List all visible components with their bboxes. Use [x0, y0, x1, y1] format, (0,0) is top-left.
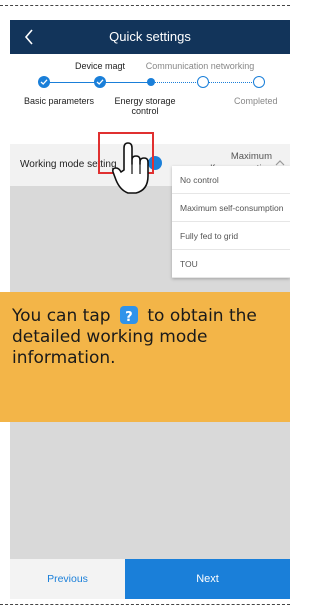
step-communication — [197, 76, 209, 88]
step-energy-storage — [147, 78, 155, 86]
dropdown-option-tou[interactable]: TOU — [172, 250, 290, 278]
check-icon — [96, 79, 104, 85]
step-label-communication: Communication networking — [145, 61, 255, 71]
working-mode-value-line1: Maximum — [230, 151, 272, 162]
page-title: Quick settings — [109, 29, 191, 44]
step-connector — [48, 82, 98, 83]
top-dashed-border — [0, 5, 290, 6]
working-mode-dropdown: No control Maximum self-consumption Full… — [172, 166, 290, 278]
dropdown-option-no-control[interactable]: No control — [172, 166, 290, 194]
help-icon: ? — [119, 306, 138, 325]
step-connector — [206, 82, 256, 83]
footer-bar: Previous Next — [10, 559, 290, 599]
progress-stepper: Device magt Communication networking Bas… — [10, 54, 290, 144]
bottom-dashed-border — [0, 604, 290, 605]
step-label-device-magt: Device magt — [74, 61, 126, 71]
step-basic-parameters — [38, 76, 50, 88]
step-connector — [152, 82, 200, 83]
dropdown-option-fully-fed-to-grid[interactable]: Fully fed to grid — [172, 222, 290, 250]
step-device-magt — [94, 76, 106, 88]
step-label-completed: Completed — [234, 96, 278, 106]
step-label-basic-parameters: Basic parameters — [24, 96, 95, 106]
step-label-energy-storage: Energy storage control — [114, 96, 176, 116]
step-completed — [253, 76, 265, 88]
tip-text-before: You can tap — [12, 306, 111, 326]
help-icon-glyph: ? — [125, 310, 133, 325]
check-icon — [40, 79, 48, 85]
next-button[interactable]: Next — [125, 559, 290, 599]
tip-banner: You can tap ? to obtain the detailed wor… — [0, 292, 290, 422]
step-connector — [100, 82, 150, 83]
tip-text: You can tap ? to obtain the detailed wor… — [12, 306, 278, 369]
tap-hand-icon — [112, 142, 149, 194]
app-bar: Quick settings — [10, 20, 290, 54]
dropdown-option-maximum-self-consumption[interactable]: Maximum self-consumption — [172, 194, 290, 222]
previous-button[interactable]: Previous — [10, 559, 125, 599]
